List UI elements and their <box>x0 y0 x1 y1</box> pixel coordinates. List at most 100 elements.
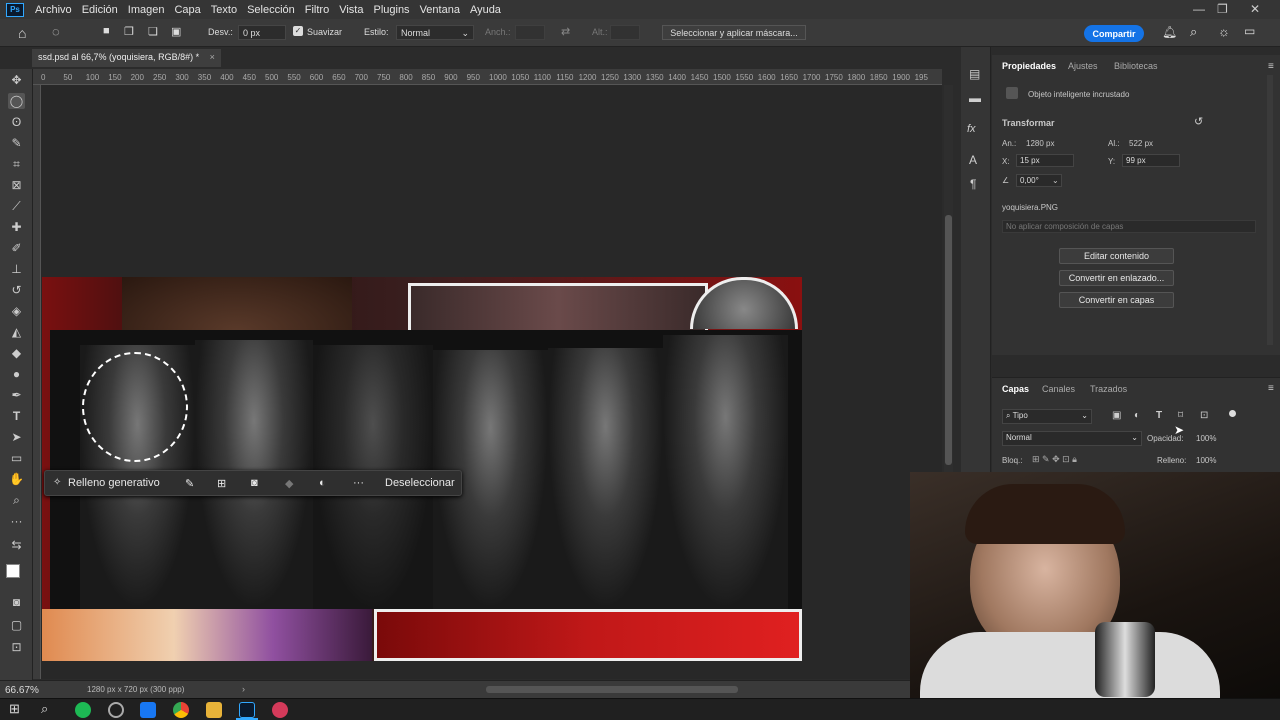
filter-toggle-icon[interactable] <box>1229 410 1236 417</box>
restore-icon[interactable]: ❐ <box>1217 2 1228 16</box>
file-explorer-icon[interactable] <box>206 702 222 718</box>
menu-capa[interactable]: Capa <box>169 4 205 16</box>
path-selection-tool-icon[interactable]: ➤ <box>8 429 25 445</box>
healing-brush-tool-icon[interactable]: ✚ <box>8 219 25 235</box>
eyedropper-tool-icon[interactable]: ⟋ <box>8 198 25 214</box>
reset-transform-icon[interactable]: ↺ <box>1194 115 1203 128</box>
select-and-mask-button[interactable]: Seleccionar y aplicar máscara... <box>662 25 806 40</box>
facebook-icon[interactable] <box>140 702 156 718</box>
horizontal-scrollbar-thumb[interactable] <box>486 686 738 693</box>
photoshop-taskbar-icon[interactable] <box>239 702 255 718</box>
pen-tool-icon[interactable]: ✒ <box>8 387 25 403</box>
document-tab[interactable]: ssd.psd al 66,7% (yoquisiera, RGB/8#) * … <box>32 49 221 67</box>
dodge-tool-icon[interactable]: ● <box>8 366 25 382</box>
swap-colors-icon[interactable]: ⇆ <box>8 537 25 553</box>
more-options-icon[interactable]: ··· <box>353 477 364 489</box>
brush-tool-icon[interactable]: ✐ <box>8 240 25 256</box>
style-select[interactable]: Normal ⌄ <box>396 25 474 40</box>
clone-stamp-tool-icon[interactable]: ⊥ <box>8 261 25 277</box>
minimize-icon[interactable]: — <box>1193 2 1205 16</box>
elliptical-selection-marquee[interactable] <box>82 352 188 462</box>
elliptical-marquee-tool-icon[interactable]: ◯ <box>8 93 25 109</box>
eraser-tool-icon[interactable]: ◈ <box>8 303 25 319</box>
new-selection-icon[interactable]: ■ <box>103 25 110 37</box>
move-tool-icon[interactable]: ✥ <box>8 72 25 88</box>
tab-libraries[interactable]: Bibliotecas <box>1114 61 1158 71</box>
obs-icon[interactable] <box>108 702 124 718</box>
menu-ventana[interactable]: Ventana <box>415 4 465 16</box>
character-panel-icon[interactable]: A <box>969 153 977 167</box>
vertical-scrollbar[interactable] <box>944 85 953 475</box>
close-tab-icon[interactable]: × <box>210 52 215 62</box>
add-selection-icon[interactable]: ❐ <box>124 25 134 38</box>
properties-scrollbar[interactable] <box>1267 75 1273 345</box>
more-tools-icon[interactable]: ··· <box>8 513 25 529</box>
fx-styles-icon[interactable]: fx <box>967 123 976 135</box>
filter-smartobject-icon[interactable]: ⊡ <box>1200 410 1208 421</box>
tab-channels[interactable]: Canales <box>1042 384 1075 394</box>
subtract-selection-icon[interactable]: ❏ <box>148 25 158 38</box>
app-taskbar-icon[interactable] <box>272 702 288 718</box>
swap-icon[interactable]: ⇄ <box>561 25 570 38</box>
zoom-level[interactable]: 66.67% <box>5 685 39 696</box>
mask-icon[interactable]: ◙ <box>251 477 258 489</box>
blur-tool-icon[interactable]: ◆ <box>8 345 25 361</box>
chevron-down-icon[interactable]: ⌄ <box>1052 176 1059 185</box>
history-brush-tool-icon[interactable]: ↺ <box>8 282 25 298</box>
menu-edicion[interactable]: Edición <box>77 4 123 16</box>
foreground-color-swatch[interactable] <box>6 564 20 578</box>
deselect-button[interactable]: Deseleccionar <box>385 477 455 489</box>
share-button[interactable]: Compartir <box>1084 25 1144 42</box>
lock-pixels-icon[interactable]: ⊞ ✎ ✥ ⊡ 🔒︎ <box>1032 454 1077 465</box>
bell-icon[interactable]: 🔔︎ <box>1162 25 1177 39</box>
hand-tool-icon[interactable]: ✋ <box>8 471 25 487</box>
vertical-scrollbar-thumb[interactable] <box>945 215 952 465</box>
convert-to-layers-button[interactable]: Convertir en capas <box>1059 292 1174 308</box>
width-value[interactable]: 1280 px <box>1026 139 1054 148</box>
rectangle-tool-icon[interactable]: ▭ <box>8 450 25 466</box>
width-input[interactable] <box>515 25 545 40</box>
layer-filter-select[interactable]: ⌕ Tipo ⌄ <box>1002 409 1092 424</box>
lasso-tool-icon[interactable]: ʘ <box>8 114 25 130</box>
convert-to-linked-button[interactable]: Convertir en enlazado... <box>1059 270 1174 286</box>
filter-adjustment-icon[interactable]: ◐ <box>1134 410 1140 421</box>
generative-fill-button[interactable]: Relleno generativo <box>68 477 160 489</box>
home-icon[interactable]: ⌂ <box>18 25 26 41</box>
settings-icon[interactable]: ☼ <box>1218 24 1230 39</box>
blend-mode-select[interactable]: Normal ⌄ <box>1002 431 1142 446</box>
fill-selection-icon[interactable]: ◆ <box>285 477 293 490</box>
quick-selection-tool-icon[interactable]: ✎ <box>8 135 25 151</box>
close-icon[interactable]: ✕ <box>1250 2 1260 16</box>
type-tool-icon[interactable]: T <box>8 408 25 424</box>
modify-selection-icon[interactable]: ✎ <box>185 477 194 490</box>
spotify-icon[interactable] <box>75 702 91 718</box>
menu-texto[interactable]: Texto <box>206 4 242 16</box>
search-icon[interactable]: ⌕ <box>1190 24 1197 40</box>
comments-panel-icon[interactable]: ▬ <box>969 91 981 105</box>
windows-start-icon[interactable]: ⊞ <box>9 701 20 717</box>
opacity-value[interactable]: 100% <box>1196 434 1216 443</box>
crop-tool-icon[interactable]: ⌗ <box>8 156 25 172</box>
marquee-ellipse-icon[interactable]: ◌ <box>52 24 60 39</box>
fill-value[interactable]: 100% <box>1196 456 1216 465</box>
paint-bucket-tool-icon[interactable]: ◭ <box>8 324 25 340</box>
x-input[interactable]: 15 px <box>1016 154 1074 167</box>
intersect-selection-icon[interactable]: ▣ <box>171 25 181 38</box>
menu-seleccion[interactable]: Selección <box>242 4 300 16</box>
menu-archivo[interactable]: Archivo <box>30 4 77 16</box>
search-icon[interactable]: ⌕ <box>41 701 48 717</box>
menu-vista[interactable]: Vista <box>334 4 368 16</box>
panel-menu-icon[interactable]: ≡ <box>1268 61 1274 72</box>
menu-ayuda[interactable]: Ayuda <box>465 4 506 16</box>
history-panel-icon[interactable]: ▤ <box>969 67 980 81</box>
feather-input[interactable]: 0 px <box>238 25 286 40</box>
checkbox-icon[interactable]: ✓ <box>293 26 303 36</box>
chevron-right-icon[interactable]: › <box>242 684 245 694</box>
edit-contents-button[interactable]: Editar contenido <box>1059 248 1174 264</box>
menu-imagen[interactable]: Imagen <box>123 4 170 16</box>
select-subject-icon[interactable]: ⊞ <box>217 477 226 490</box>
adjustment-icon[interactable]: ◐ <box>319 477 326 489</box>
frame-tool-icon[interactable]: ⊠ <box>8 177 25 193</box>
y-input[interactable]: 99 px <box>1122 154 1180 167</box>
screen-mode-icon[interactable]: ▢ <box>8 617 25 633</box>
